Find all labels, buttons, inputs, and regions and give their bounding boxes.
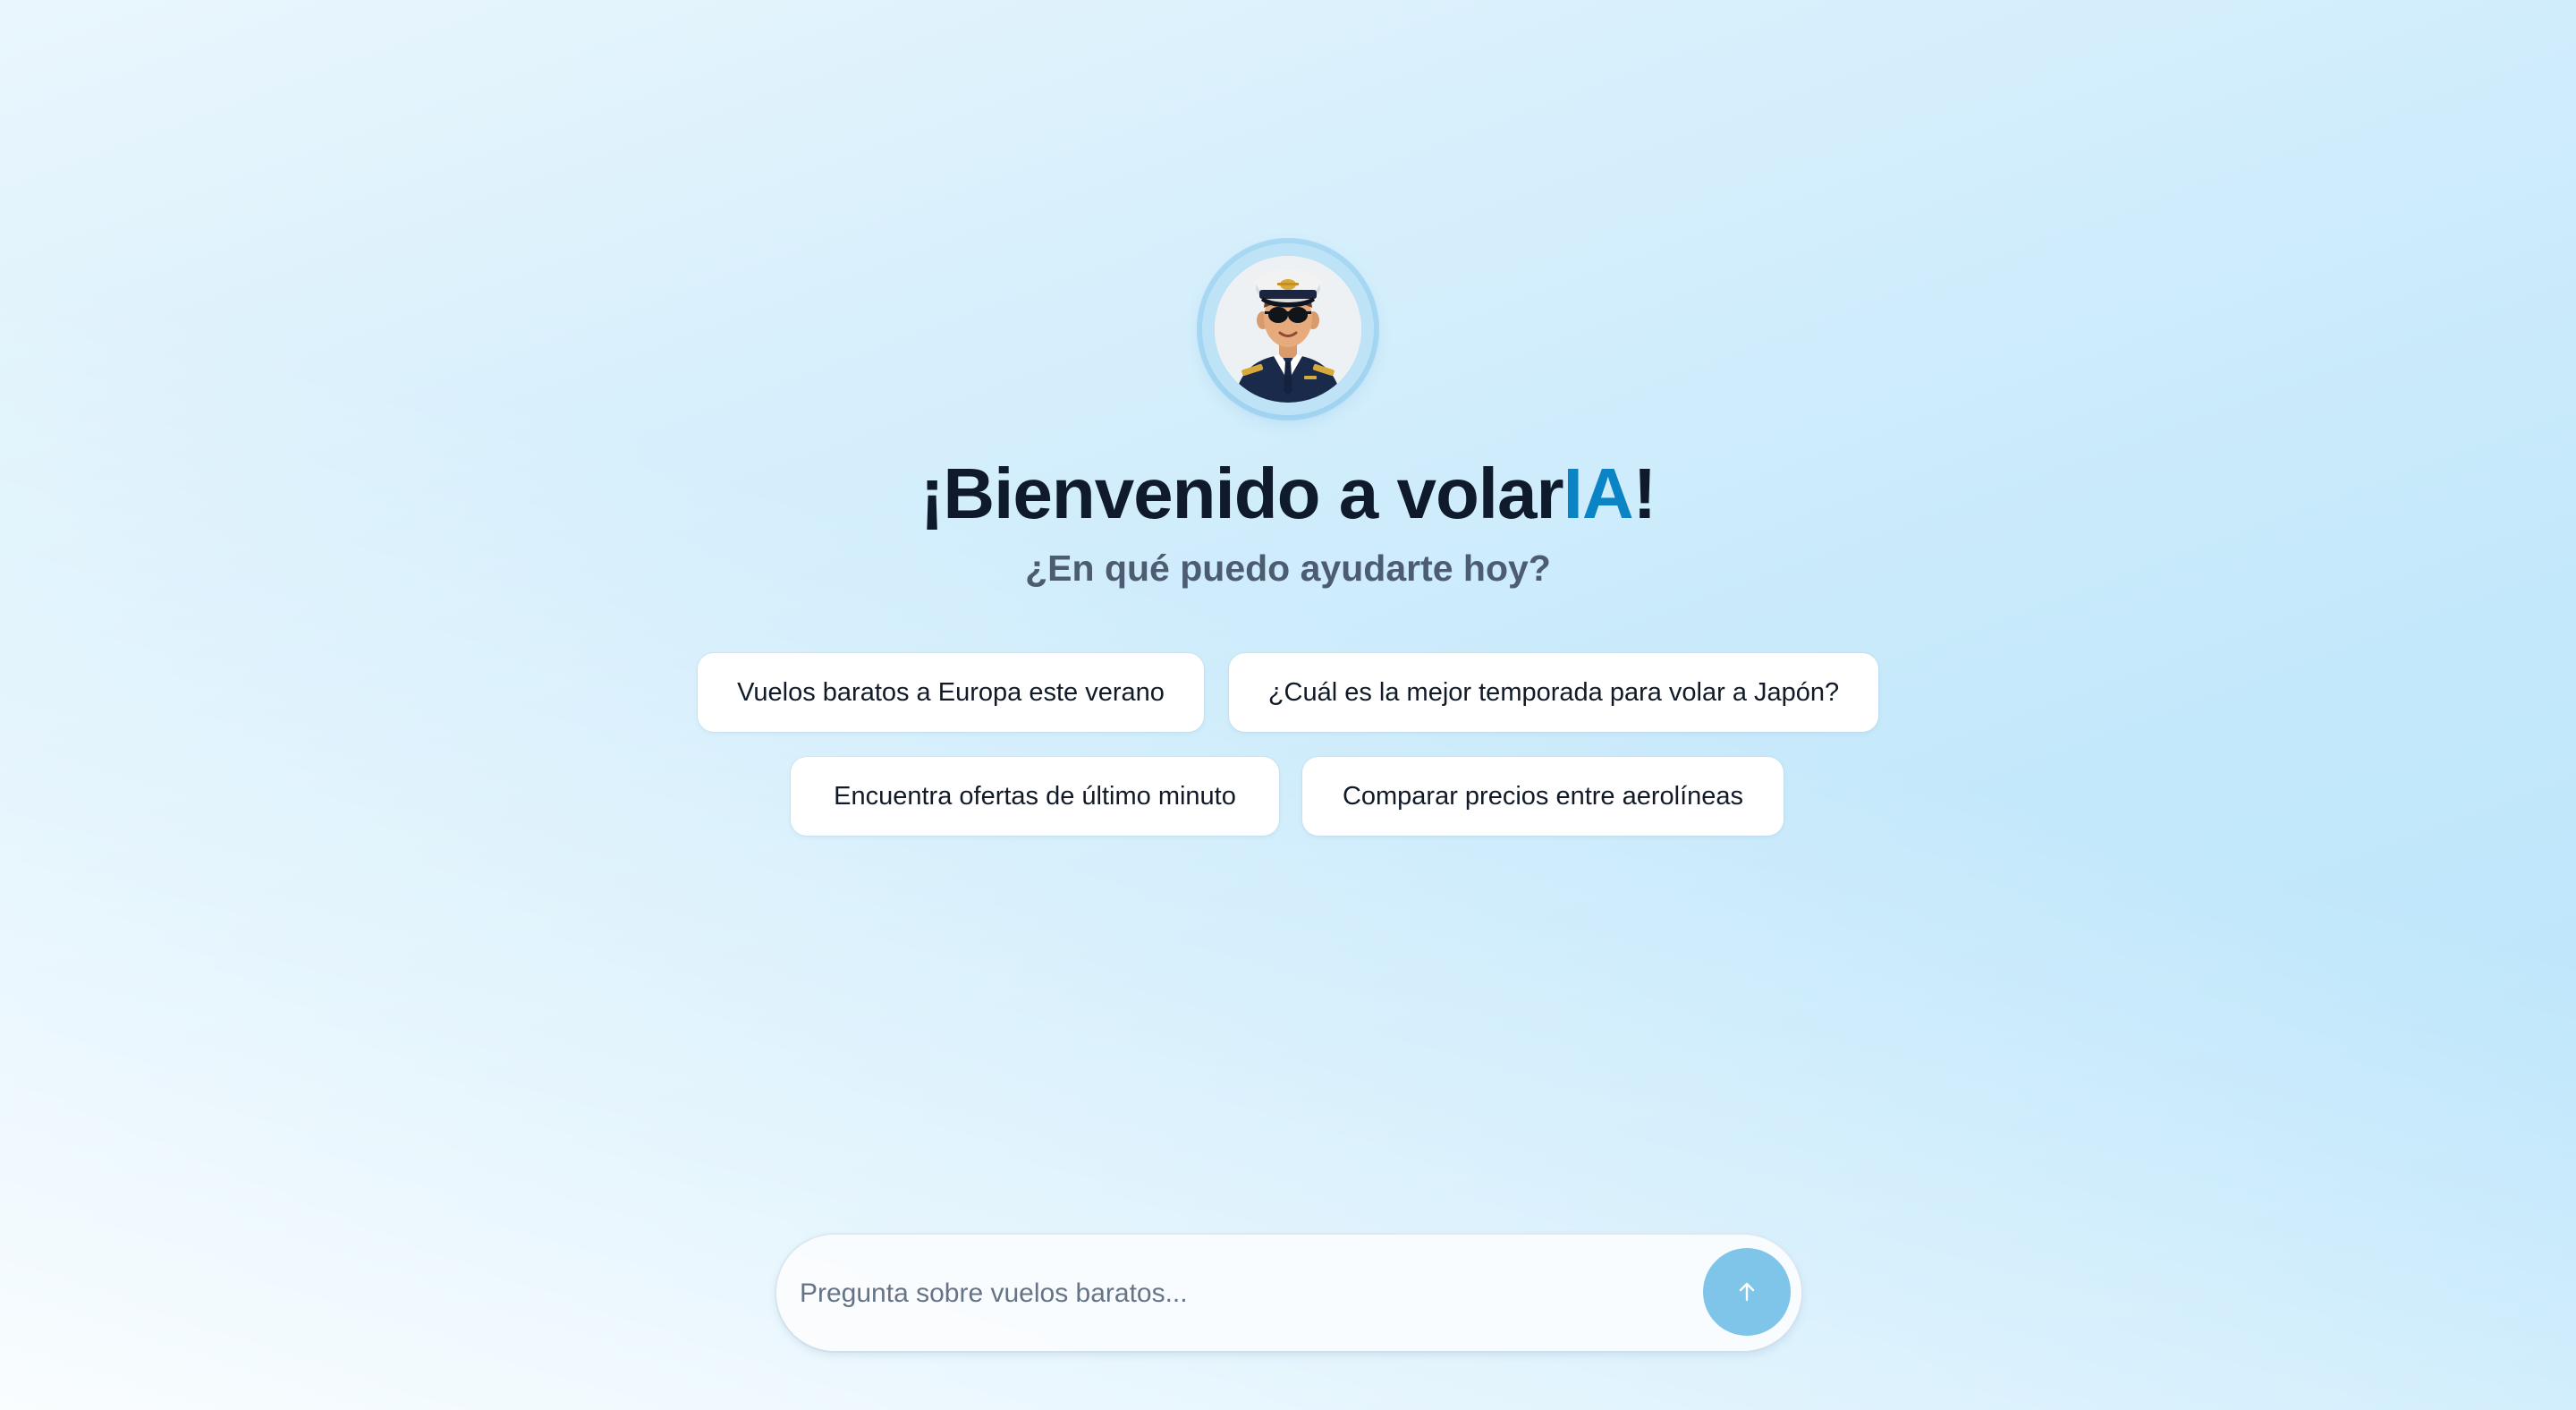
chat-input[interactable] — [798, 1264, 1571, 1323]
chat-input-bar — [776, 1235, 1801, 1351]
title-prefix: ¡Bienvenido a volar — [919, 454, 1564, 533]
suggestion-chip-last-minute[interactable]: Encuentra ofertas de último minuto — [791, 757, 1279, 836]
welcome-screen: ¡Bienvenido a volarIA! ¿En qué puedo ayu… — [0, 0, 2576, 1410]
page-subtitle: ¿En qué puedo ayudarte hoy? — [1025, 548, 1551, 589]
suggestion-chip-europe-summer[interactable]: Vuelos baratos a Europa este verano — [698, 653, 1204, 732]
page-title: ¡Bienvenido a volarIA! — [0, 453, 2576, 535]
avatar — [1202, 243, 1374, 415]
pilot-avatar-icon — [1215, 256, 1361, 403]
title-accent: IA — [1563, 454, 1634, 533]
suggestion-chip-compare-airlines[interactable]: Comparar precios entre aerolíneas — [1302, 757, 1784, 836]
suggestion-chip-japan-season[interactable]: ¿Cuál es la mejor temporada para volar a… — [1229, 653, 1878, 732]
send-button[interactable] — [1703, 1248, 1791, 1336]
title-suffix: ! — [1632, 454, 1657, 533]
arrow-up-icon — [1739, 1282, 1755, 1302]
